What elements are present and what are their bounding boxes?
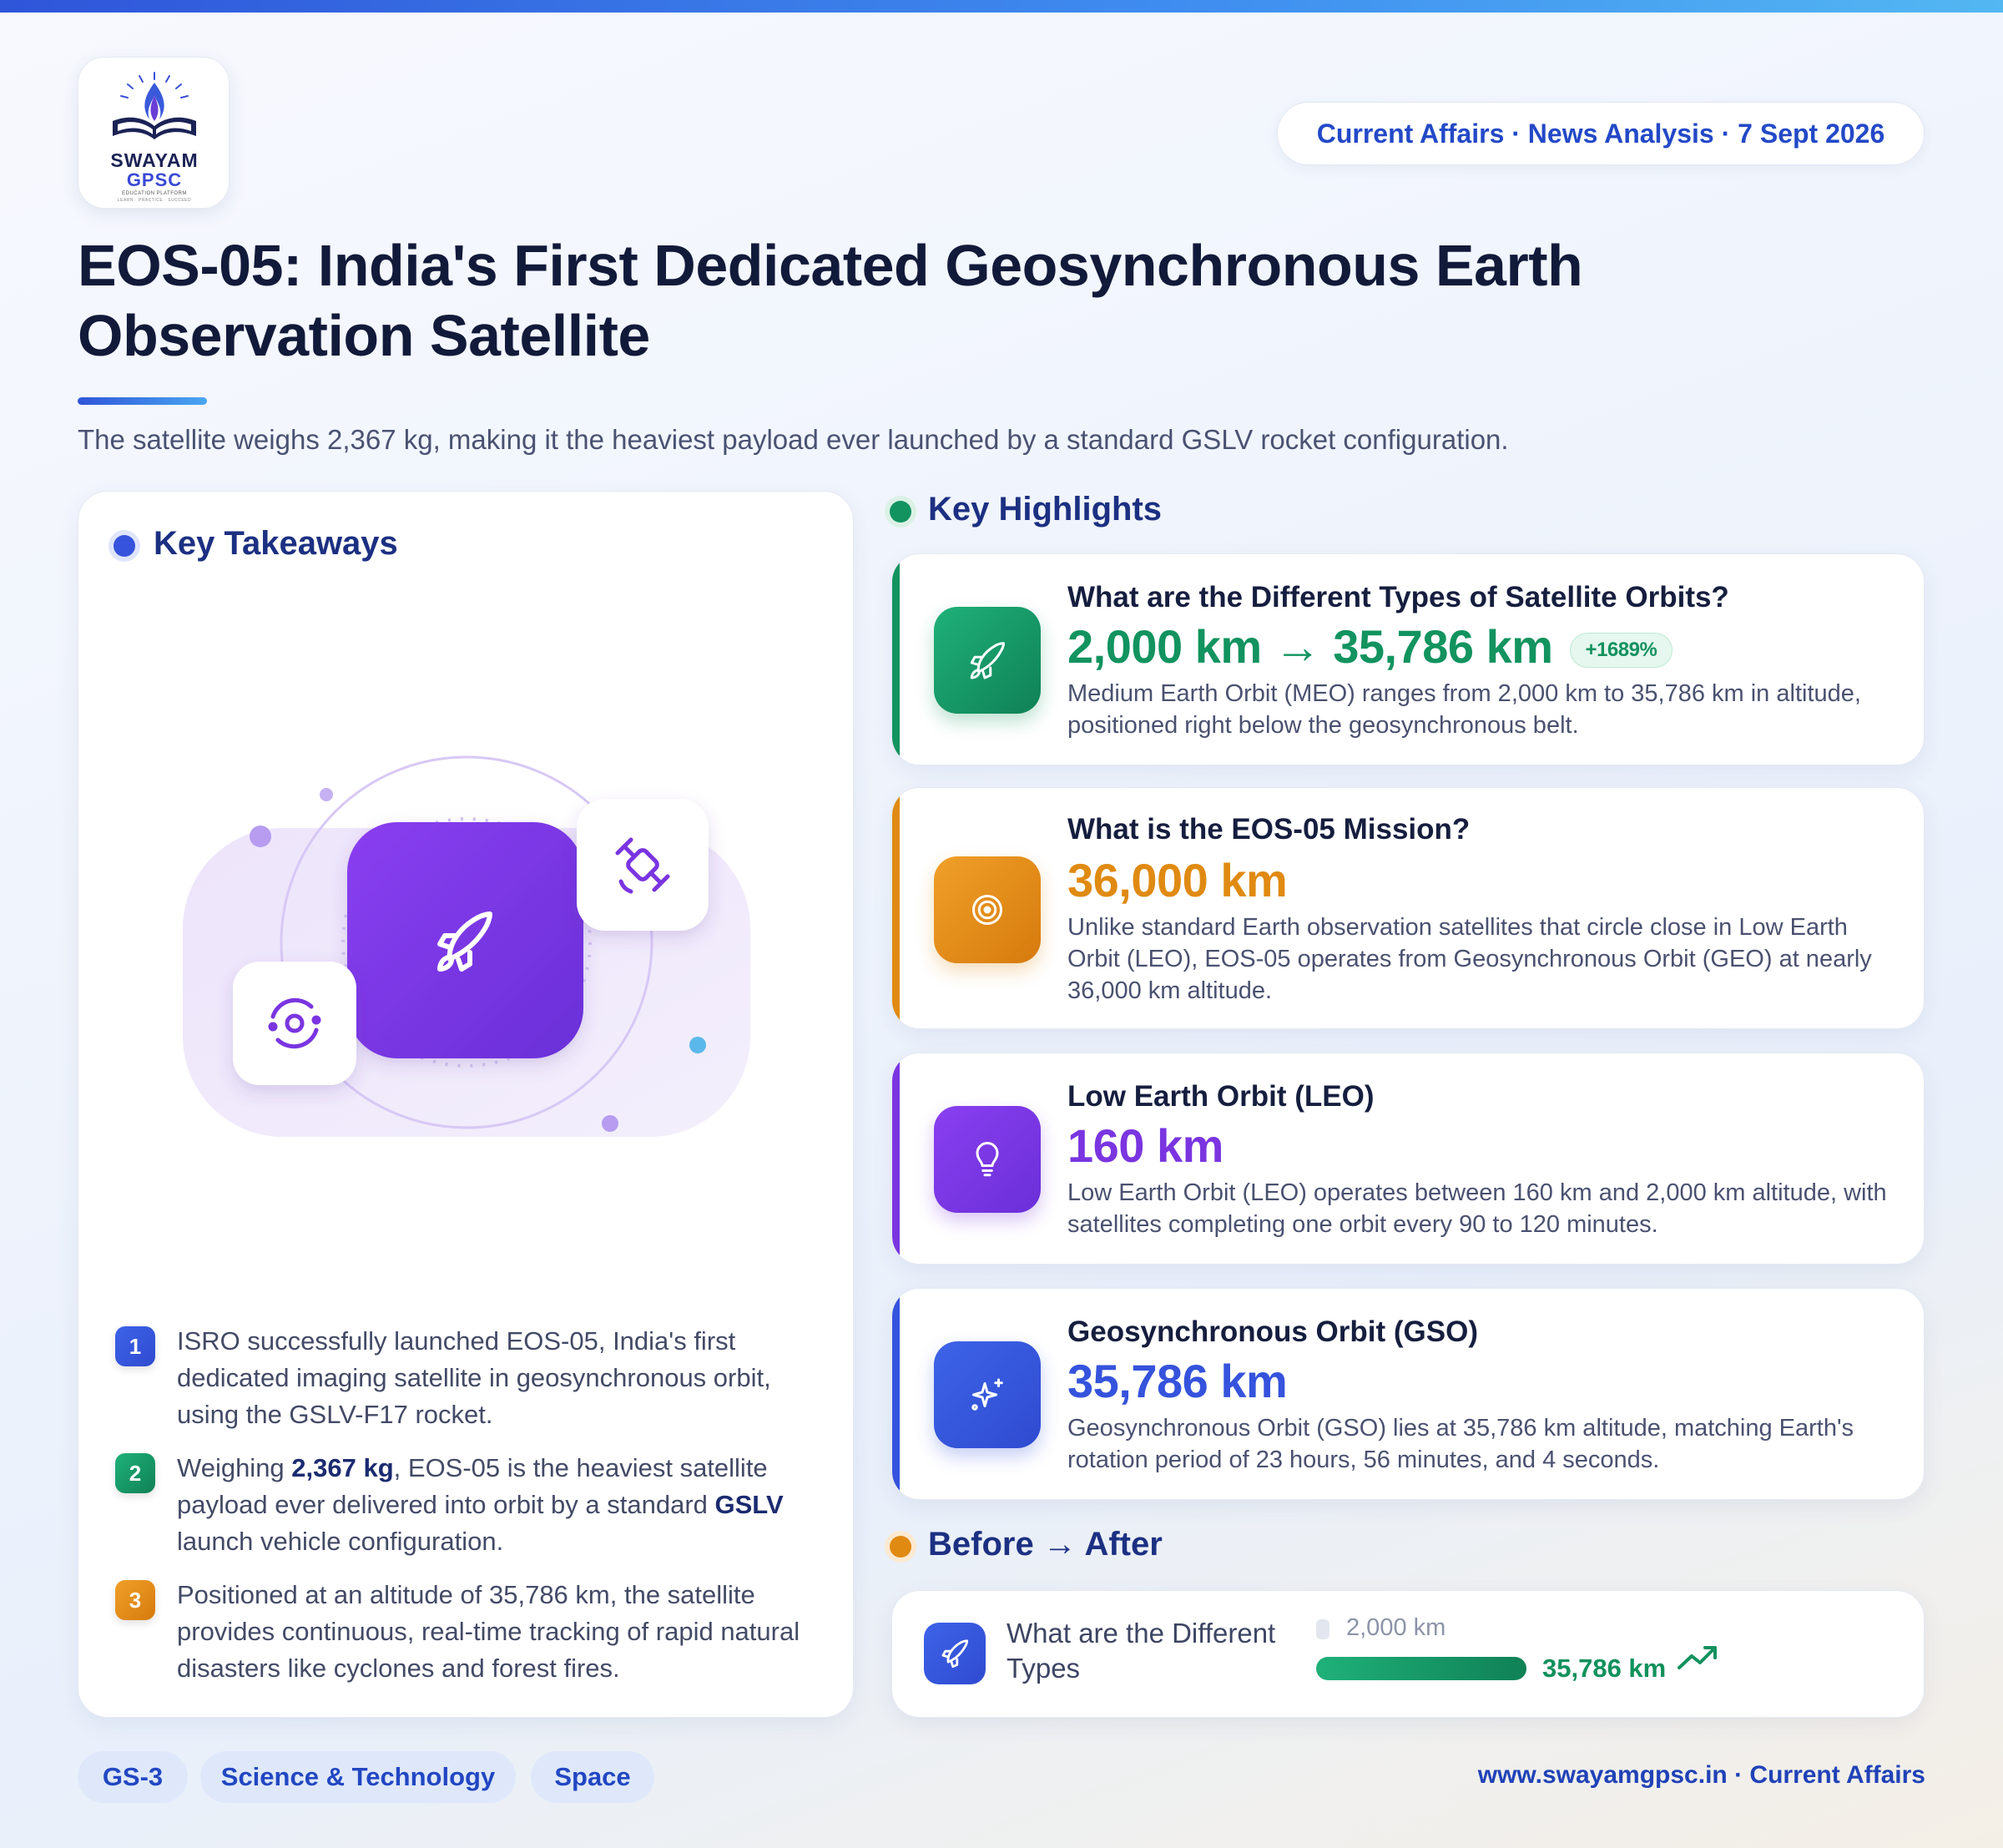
number-badge: 2: [115, 1453, 155, 1493]
trend-up-icon: [1678, 1646, 1717, 1669]
highlight-card-gso: Geosynchronous Orbit (GSO) 35,786 km Geo…: [891, 1288, 1925, 1500]
highlight-value: 35,786 km: [1067, 1355, 1288, 1407]
before-value: 2,000 km: [1346, 1614, 1446, 1641]
after-bar: [1316, 1657, 1526, 1680]
highlight-card-mission: What is the EOS-05 Mission? 36,000 km Un…: [891, 787, 1925, 1029]
section-dot: [114, 535, 135, 557]
weight-value: 2,367 kg: [291, 1453, 394, 1482]
highlight-question: What is the EOS-05 Mission?: [1067, 813, 1471, 846]
takeaway-text: Positioned at an altitude of 35,786 km, …: [177, 1580, 800, 1683]
tag-gs3[interactable]: GS-3: [78, 1751, 188, 1803]
sparkles-icon: [934, 1341, 1041, 1448]
footer-url[interactable]: www.swayamgpsc.in · Current Affairs: [1478, 1761, 1925, 1790]
tag-science-technology[interactable]: Science & Technology: [200, 1751, 516, 1803]
after-value: 35,786 km: [1542, 1654, 1667, 1683]
brand-logo[interactable]: SWAYAM GPSC EDUCATION PLATFORM LEARN · P…: [78, 57, 230, 209]
highlight-card-leo: Low Earth Orbit (LEO) 160 km Low Earth O…: [891, 1053, 1925, 1265]
section-dot: [890, 501, 911, 523]
brand-subname: GPSC: [126, 169, 183, 190]
highlight-description: Medium Earth Orbit (MEO) ranges from 2,0…: [1067, 680, 1861, 739]
highlight-question: What are the Different Types of Satellit…: [1067, 581, 1729, 613]
book-flame-icon: [113, 72, 196, 139]
arrow-icon: →: [1274, 620, 1321, 673]
highlight-value: 160 km: [1067, 1119, 1223, 1172]
section-dot: [890, 1536, 911, 1558]
section-heading-takeaways: Key Takeaways: [154, 525, 398, 562]
satellite-illustration: [183, 755, 750, 1137]
section-heading-before-after: Before → After: [928, 1526, 1163, 1563]
rocket-icon: [924, 1623, 986, 1684]
highlight-question: Low Earth Orbit (LEO): [1067, 1080, 1375, 1113]
rocket-icon: [934, 607, 1041, 714]
highlight-description: Unlike standard Earth observation satell…: [1067, 914, 1872, 1004]
highlight-question: Geosynchronous Orbit (GSO): [1067, 1315, 1478, 1348]
title-underline: [78, 397, 207, 405]
section-heading-highlights: Key Highlights: [928, 491, 1163, 528]
number-badge: 3: [115, 1580, 155, 1620]
rocket-name: GSLV: [714, 1490, 784, 1519]
takeaway-text: ISRO successfully launched EOS-05, India…: [177, 1326, 771, 1429]
highlight-card-orbits: What are the Different Types of Satellit…: [891, 553, 1925, 765]
brand-tagline: EDUCATION PLATFORM: [122, 191, 187, 196]
date-pill: Current Affairs · News Analysis · 7 Sept…: [1277, 102, 1925, 165]
tag-space[interactable]: Space: [531, 1751, 654, 1803]
change-badge: +1689%: [1569, 633, 1673, 669]
number-badge: 1: [115, 1326, 155, 1366]
key-takeaways-card: Key Takeaways 1 ISRO successfully launch…: [78, 491, 854, 1718]
comparison-label: What are the Different Types: [1007, 1618, 1276, 1684]
target-icon: [934, 856, 1041, 963]
lightbulb-icon: [934, 1106, 1041, 1213]
highlight-description: Geosynchronous Orbit (GSO) lies at 35,78…: [1067, 1415, 1854, 1473]
before-bar: [1316, 1619, 1329, 1639]
page-title: EOS-05: India's First Dedicated Geosynch…: [78, 233, 1583, 368]
takeaway-text: Weighing 2,367 kg, EOS-05 is the heavies…: [177, 1453, 784, 1556]
page-subtitle: The satellite weighs 2,367 kg, making it…: [78, 424, 1509, 455]
highlight-value: 36,000 km: [1067, 854, 1288, 906]
highlight-description: Low Earth Orbit (LEO) operates between 1…: [1067, 1179, 1887, 1238]
before-after-card: What are the Different Types 2,000 km 35…: [891, 1590, 1925, 1718]
brand-name: SWAYAM: [110, 149, 199, 171]
top-accent-bar: [0, 0, 2003, 13]
brand-motto: LEARN · PRACTICE · SUCCEED: [117, 198, 192, 203]
highlight-value: 2,000 km → 35,786 km +1689%: [1067, 619, 1673, 674]
